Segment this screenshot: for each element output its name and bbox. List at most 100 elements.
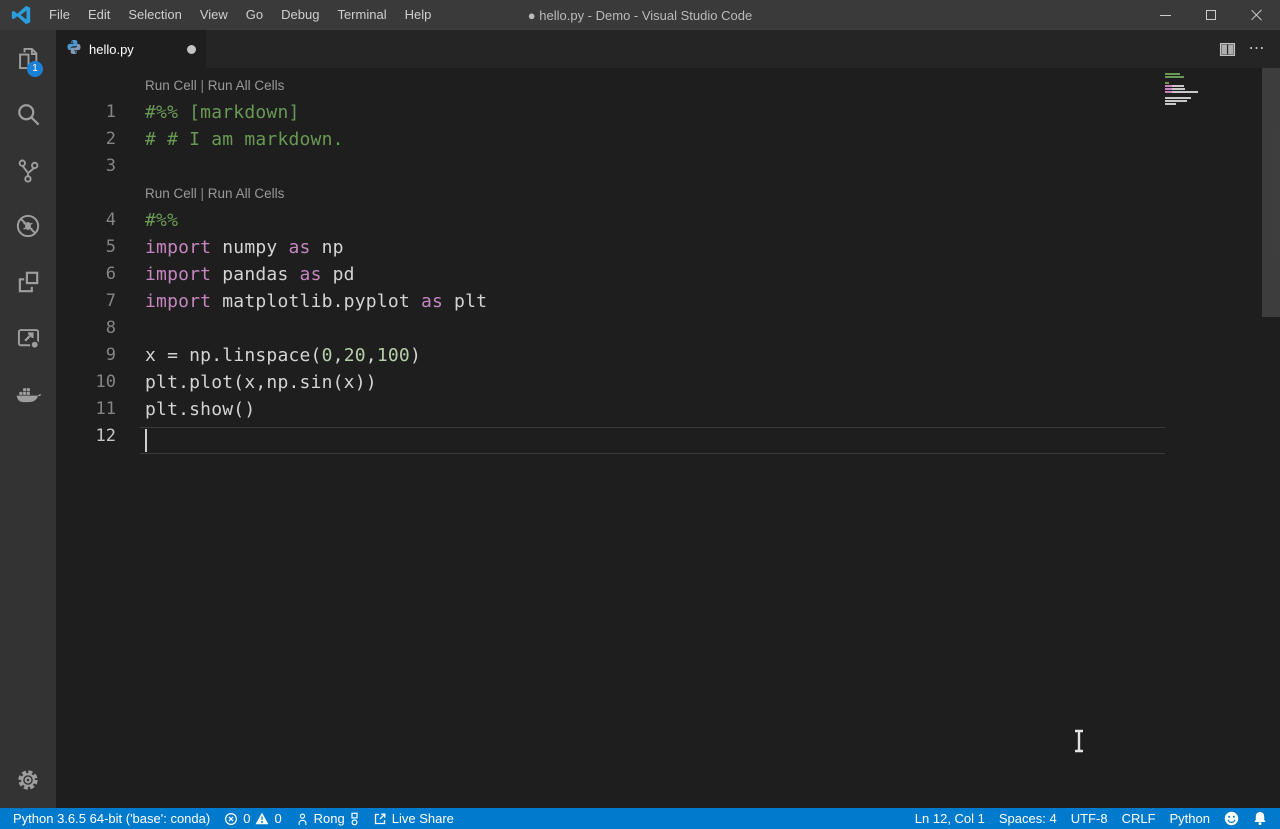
- status-eol-text: CRLF: [1122, 811, 1156, 826]
- status-right: Ln 12, Col 1 Spaces: 4 UTF-8 CRLF Python: [908, 808, 1280, 829]
- codelens-run-all-cells[interactable]: Run All Cells: [208, 186, 285, 201]
- maximize-button[interactable]: [1188, 0, 1234, 30]
- code-line-7[interactable]: 7import matplotlib.pyplot as plt: [56, 288, 1280, 315]
- status-eol[interactable]: CRLF: [1115, 808, 1163, 829]
- minimize-button[interactable]: [1142, 0, 1188, 30]
- activitybar-item-settings[interactable]: [0, 752, 56, 808]
- code-text: import numpy as np: [145, 237, 344, 258]
- code-line-12[interactable]: 12: [56, 423, 1280, 450]
- editor[interactable]: Run Cell | Run All Cells 1#%% [markdown]2…: [56, 68, 1280, 808]
- status-problems-text: 0: [243, 811, 250, 826]
- line-number: 8: [56, 315, 140, 342]
- menu-file[interactable]: File: [40, 0, 79, 30]
- codelens-separator: |: [197, 186, 208, 201]
- activitybar-item-explorer[interactable]: 1: [0, 30, 56, 86]
- line-number: 6: [56, 261, 140, 288]
- minimap-line: [1165, 103, 1209, 105]
- line-number: 12: [56, 423, 140, 450]
- activitybar-item-live-share[interactable]: [0, 310, 56, 366]
- code-text: plt.plot(x,np.sin(x)): [145, 372, 377, 393]
- code-line-6[interactable]: 6import pandas as pd: [56, 261, 1280, 288]
- code-line-10[interactable]: 10plt.plot(x,np.sin(x)): [56, 369, 1280, 396]
- minimap-line: [1165, 94, 1209, 96]
- status-feedback-smiley[interactable]: [1217, 808, 1246, 829]
- codelens-run-all-cells[interactable]: Run All Cells: [208, 78, 285, 93]
- minimap-line: [1165, 100, 1209, 102]
- status-live-share-text: Live Share: [392, 811, 454, 826]
- status-python-interpreter[interactable]: Python 3.6.5 64-bit ('base': conda): [6, 808, 217, 829]
- code-text: import matplotlib.pyplot as plt: [145, 291, 487, 312]
- title-bar: FileEditSelectionViewGoDebugTerminalHelp…: [0, 0, 1280, 30]
- menu-help[interactable]: Help: [396, 0, 441, 30]
- tab-hello-py[interactable]: hello.py: [56, 30, 206, 68]
- activity-bar: 1: [0, 30, 56, 808]
- status-problems[interactable]: 00: [217, 808, 288, 829]
- vscode-logo-icon: [10, 4, 32, 26]
- minimap-line: [1165, 91, 1209, 93]
- source-control-icon: [15, 157, 42, 184]
- status-left: Python 3.6.5 64-bit ('base': conda)00Ron…: [0, 808, 461, 829]
- text-cursor: [145, 429, 147, 452]
- status-bar: Python 3.6.5 64-bit ('base': conda)00Ron…: [0, 808, 1280, 829]
- session-icon: [350, 812, 359, 826]
- status-language-mode-text: Python: [1170, 811, 1210, 826]
- status-encoding-text: UTF-8: [1071, 811, 1108, 826]
- status-indentation-text: Spaces: 4: [999, 811, 1057, 826]
- status-liveshare-user[interactable]: Rong: [289, 808, 366, 829]
- code-line-5[interactable]: 5import numpy as np: [56, 234, 1280, 261]
- smiley-icon: [1224, 811, 1239, 826]
- menu-debug[interactable]: Debug: [272, 0, 328, 30]
- status-live-share[interactable]: Live Share: [366, 808, 461, 829]
- gear-icon: [14, 766, 42, 794]
- code-line-4[interactable]: 4#%%: [56, 207, 1280, 234]
- code-line-8[interactable]: 8: [56, 315, 1280, 342]
- code-line-3[interactable]: 3: [56, 153, 1280, 180]
- status-cursor-position[interactable]: Ln 12, Col 1: [908, 808, 992, 829]
- activitybar-item-search[interactable]: [0, 86, 56, 142]
- activitybar-item-extensions[interactable]: [0, 254, 56, 310]
- menu-go[interactable]: Go: [237, 0, 272, 30]
- menu-edit[interactable]: Edit: [79, 0, 119, 30]
- minimap-line: [1165, 85, 1209, 87]
- code-text: import pandas as pd: [145, 264, 355, 285]
- activitybar-item-source-control[interactable]: [0, 142, 56, 198]
- more-actions-icon: ⋯: [1249, 44, 1266, 54]
- code-line-1[interactable]: 1#%% [markdown]: [56, 99, 1280, 126]
- split-editor-icon: [1219, 41, 1236, 58]
- code-lines: Run Cell | Run All Cells 1#%% [markdown]2…: [56, 72, 1280, 450]
- activitybar-item-docker[interactable]: [0, 366, 56, 422]
- editor-group: hello.py ⋯ Run Cell | Run All Cells 1#%% …: [56, 30, 1280, 808]
- menu-terminal[interactable]: Terminal: [328, 0, 395, 30]
- activitybar-item-debug[interactable]: [0, 198, 56, 254]
- status-problems-text: 0: [274, 811, 281, 826]
- python-file-icon: [66, 39, 82, 60]
- code-text: x = np.linspace(0,20,100): [145, 345, 421, 366]
- code-line-2[interactable]: 2# # I am markdown.: [56, 126, 1280, 153]
- vertical-scrollbar[interactable]: [1262, 68, 1280, 317]
- code-text: plt.show(): [145, 399, 255, 420]
- close-icon: [1251, 9, 1263, 21]
- codelens-run-cell[interactable]: Run Cell: [145, 78, 197, 93]
- menu-bar: FileEditSelectionViewGoDebugTerminalHelp: [40, 0, 440, 30]
- status-notifications-bell[interactable]: [1246, 808, 1274, 829]
- menu-view[interactable]: View: [191, 0, 237, 30]
- minimap-line: [1165, 73, 1209, 75]
- more-actions-button[interactable]: ⋯: [1242, 30, 1272, 68]
- code-line-11[interactable]: 11plt.show(): [56, 396, 1280, 423]
- line-number: 11: [56, 396, 140, 423]
- code-line-9[interactable]: 9x = np.linspace(0,20,100): [56, 342, 1280, 369]
- vscode-window: FileEditSelectionViewGoDebugTerminalHelp…: [0, 0, 1280, 829]
- split-editor-button[interactable]: [1212, 30, 1242, 68]
- status-language-mode[interactable]: Python: [1163, 808, 1217, 829]
- status-encoding[interactable]: UTF-8: [1064, 808, 1115, 829]
- line-number: 9: [56, 342, 140, 369]
- codelens-run-cell[interactable]: Run Cell: [145, 186, 197, 201]
- minimap[interactable]: [1165, 73, 1209, 109]
- menu-selection[interactable]: Selection: [119, 0, 190, 30]
- status-indentation[interactable]: Spaces: 4: [992, 808, 1064, 829]
- minimap-line: [1165, 97, 1209, 99]
- close-button[interactable]: [1234, 0, 1280, 30]
- code-text: #%%: [145, 210, 178, 231]
- line-number: 4: [56, 207, 140, 234]
- window-controls: [1142, 0, 1280, 30]
